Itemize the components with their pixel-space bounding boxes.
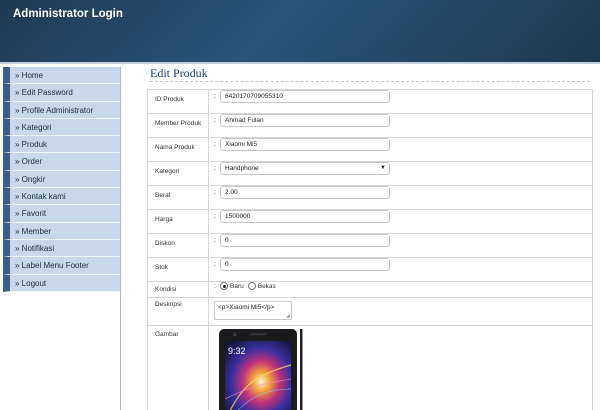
kondisi-option-baru-label: Baru [230,282,244,290]
kondisi-radio-baru[interactable] [220,282,228,290]
header-banner: Administrator Login [0,0,600,64]
harga-input[interactable]: 1500000 [220,210,390,223]
title-divider [150,81,590,82]
smartphone-image: 9:32 [219,329,303,410]
form-row-deskripsi: Deskripsi <p>Xiaomi Mi5</p> ◢ [147,297,593,326]
nama-produk-label: Nama Produk [147,137,209,162]
form-row-gambar: Gambar 9:32 [147,325,593,410]
sidebar-item-order[interactable]: » Order [3,153,120,171]
sidebar-item-logout[interactable]: » Logout [3,274,120,292]
form-row-diskon: Diskon : 0 [147,233,593,258]
form-row-berat: Berat : 2.00 [147,185,593,210]
chevron-down-icon: ▼ [380,165,386,171]
kondisi-label: Kondisi [147,281,209,298]
sidebar-item-label-menu-footer[interactable]: » Label Menu Footer [3,257,120,275]
stok-input[interactable]: 0 [220,258,390,271]
form-row-kondisi: Kondisi : Baru Bekas [147,281,593,298]
sidebar-item-profile-administrator[interactable]: » Profile Administrator [3,101,120,119]
sidebar-item-favorit[interactable]: » Favorit [3,205,120,223]
member-produk-input[interactable]: Ahmad Fulan [220,114,390,127]
form-row-nama-produk: Nama Produk : Xiaomi Mi5 [147,137,593,162]
sidebar-item-kategori[interactable]: » Kategori [3,118,120,137]
diskon-label: Diskon [147,233,209,258]
app-title: Administrator Login [13,8,123,20]
kategori-selected-value: Handphone [225,165,259,172]
stok-label: Stok [147,257,209,282]
form-row-member-produk: Member Produk : Ahmad Fulan [147,113,593,138]
page-title: Edit Produk [150,66,208,80]
edit-product-form: ID Produk : 6420170709055310 Member Prod… [147,89,593,410]
sidebar-item-notifikasi[interactable]: » Notifikasi [3,239,120,258]
sidebar-item-kontak-kami[interactable]: » Kontak kami [3,188,120,206]
gambar-label: Gambar [147,325,209,410]
harga-label: Harga [147,209,209,234]
id-produk-input[interactable]: 6420170709055310 [220,90,390,103]
svg-text:9:32: 9:32 [228,346,246,356]
nama-produk-input[interactable]: Xiaomi Mi5 [220,138,390,151]
kondisi-option-bekas-label: Bekas [257,282,276,290]
form-row-stok: Stok : 0 [147,257,593,282]
sidebar-item-edit-password[interactable]: » Edit Password [3,84,120,102]
sidebar-item-produk[interactable]: » Produk [3,136,120,154]
member-produk-label: Member Produk [147,113,209,138]
product-image: 9:32 [214,329,304,410]
form-row-kategori: Kategori : Handphone ▼ [147,161,593,186]
deskripsi-value: <p>Xiaomi Mi5</p> [218,304,275,311]
deskripsi-label: Deskripsi [147,297,209,326]
resize-grip-icon[interactable]: ◢ [286,313,290,319]
sidebar-item-ongkir[interactable]: » Ongkir [3,170,120,189]
main-content: Edit Produk ID Produk : 6420170709055310… [124,64,600,410]
kondisi-radio-bekas[interactable] [247,282,256,290]
deskripsi-textarea[interactable]: <p>Xiaomi Mi5</p> ◢ [214,301,292,320]
sidebar-item-home[interactable]: » Home [3,67,120,85]
berat-label: Berat [147,185,209,210]
sidebar-nav: » Home » Edit Password » Profile Adminis… [3,67,121,410]
kategori-select[interactable]: Handphone ▼ [220,162,390,175]
diskon-input[interactable]: 0 [220,234,390,247]
kategori-label: Kategori [147,161,209,186]
form-row-id-produk: ID Produk : 6420170709055310 [147,89,593,114]
berat-input[interactable]: 2.00 [220,186,390,199]
id-produk-label: ID Produk [147,89,209,114]
sidebar-item-member[interactable]: » Member [3,222,120,240]
form-row-harga: Harga : 1500000 [147,209,593,234]
